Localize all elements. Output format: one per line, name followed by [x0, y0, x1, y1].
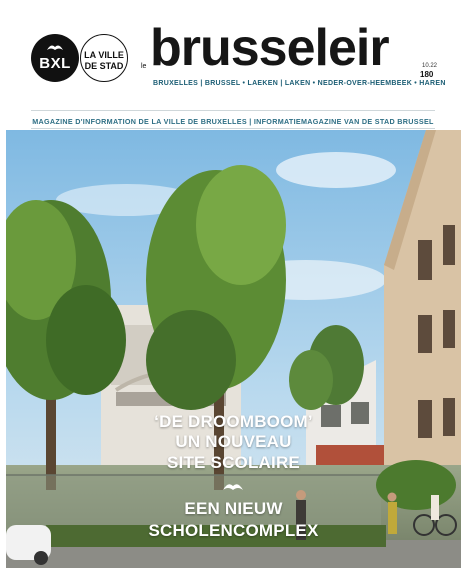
headline-line-4: EEN NIEUW — [184, 499, 283, 518]
ville-logo-line1: LA VILLE — [84, 50, 124, 60]
issue-date: 10.22 — [422, 63, 438, 69]
bird-icon — [47, 45, 63, 50]
headline-line-5: SCHOLENCOMPLEX — [148, 521, 319, 540]
divider-bottom — [31, 128, 435, 129]
bxl-logo: BXL — [31, 34, 79, 82]
ville-logo: LA VILLE DE STAD — [80, 34, 128, 82]
magazine-subtitle: MAGAZINE D'INFORMATION DE LA VILLE DE BR… — [32, 117, 434, 126]
magazine-title: brusseleir — [150, 19, 390, 77]
bird-icon — [223, 484, 243, 490]
divider-top — [31, 110, 435, 111]
issue-number: 180 — [420, 70, 434, 79]
magazine-cover: BXL LA VILLE DE STAD le brusseleir 10.22… — [0, 0, 467, 575]
title-prefix: le — [141, 63, 147, 70]
districts-line: BRUXELLES | BRUSSEL • LAEKEN | LAKEN • N… — [153, 80, 446, 87]
headline-line-1: ‘DE DROOMBOOM’ — [154, 412, 313, 431]
ville-logo-line2: DE STAD — [84, 61, 124, 71]
bxl-logo-text: BXL — [39, 55, 71, 72]
headline-line-3: SITE SCOLAIRE — [167, 453, 300, 472]
headline-line-2: UN NOUVEAU — [175, 432, 292, 451]
